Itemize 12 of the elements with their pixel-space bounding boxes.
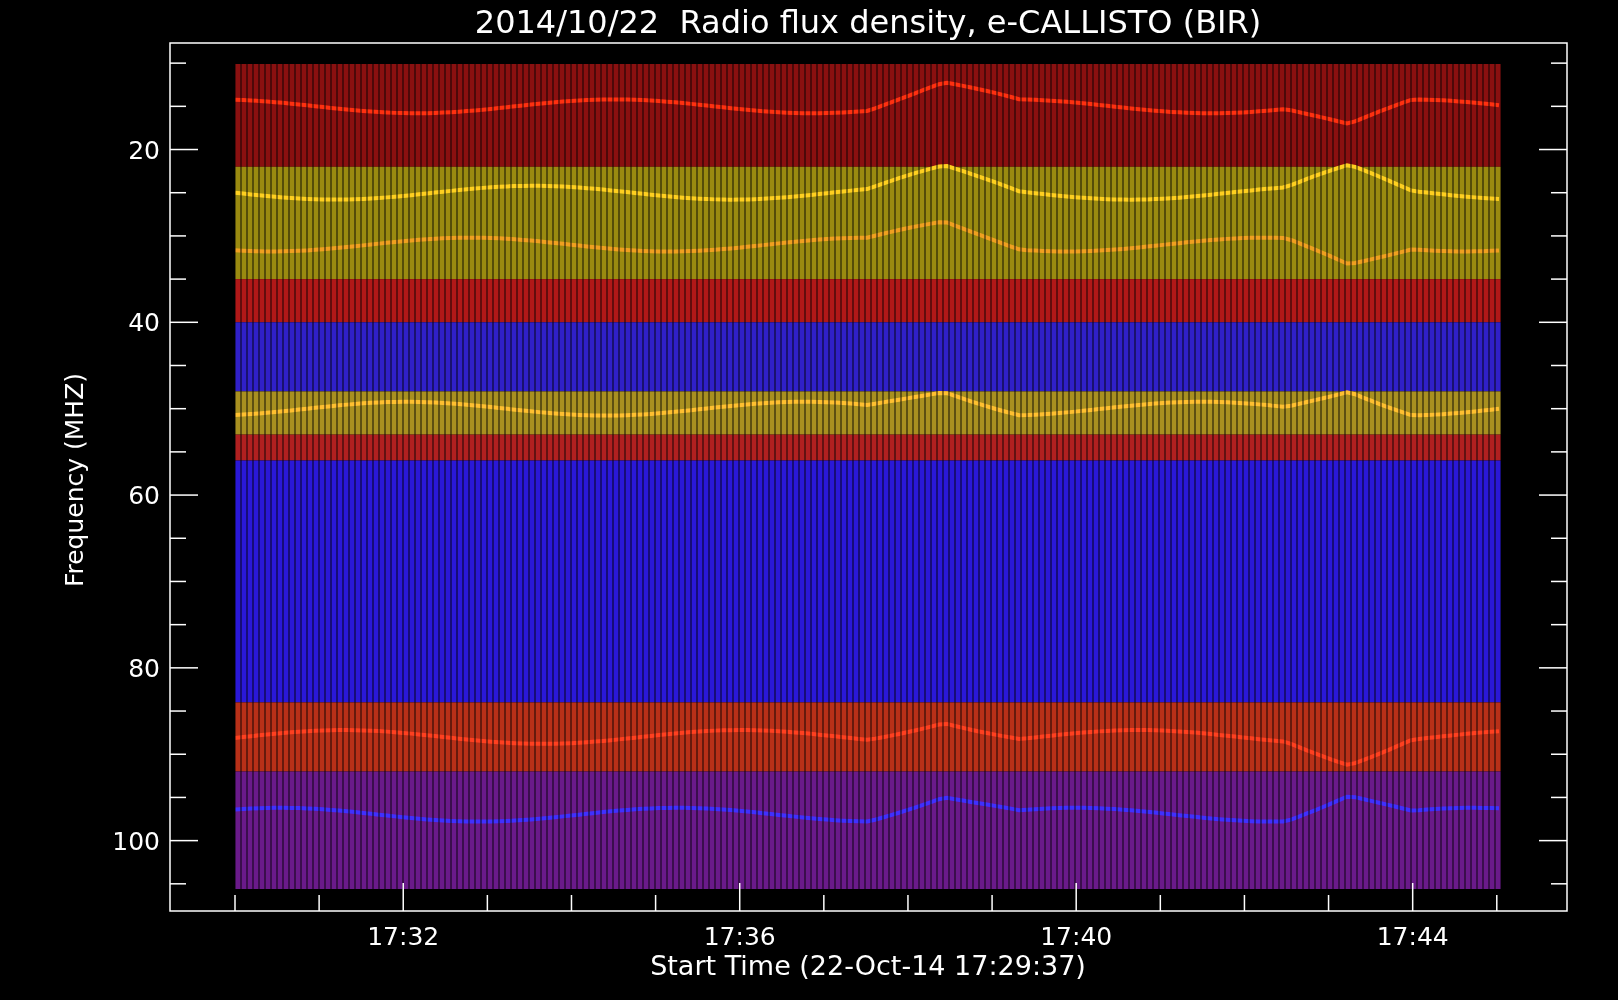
tick-label: 40 bbox=[128, 308, 160, 338]
chart-title: 2014/10/22 Radio flux density, e-CALLISTO (BIR) bbox=[474, 3, 1262, 41]
tick-label: 17:32 bbox=[367, 922, 440, 951]
tick-label: 80 bbox=[128, 653, 160, 683]
tick-label: 100 bbox=[112, 826, 160, 856]
tick-label: 17:36 bbox=[703, 922, 776, 951]
axis-label: Start Time (22-Oct-14 17:29:37) bbox=[650, 950, 1086, 981]
tick-label: 17:44 bbox=[1376, 922, 1449, 951]
tick-label: 20 bbox=[128, 135, 160, 165]
tick-label: 17:40 bbox=[1040, 922, 1113, 951]
axis-label: Frequency (MHZ) bbox=[60, 372, 89, 588]
tick-label: 60 bbox=[128, 481, 160, 511]
